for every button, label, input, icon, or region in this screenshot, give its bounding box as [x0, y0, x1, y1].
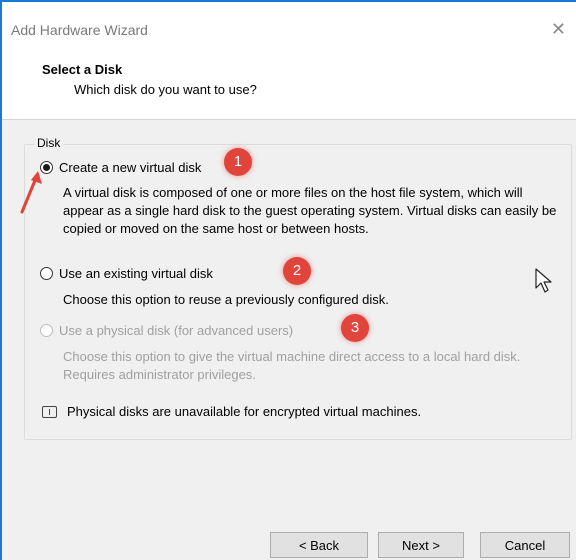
- annotation-badge-2: 2: [283, 257, 311, 285]
- encryption-note: Physical disks are unavailable for encry…: [42, 404, 421, 419]
- option-description-create-new: A virtual disk is composed of one or mor…: [63, 185, 557, 236]
- annotation-badge-1: 1: [224, 148, 252, 176]
- wizard-header: Select a Disk Which disk do you want to …: [2, 36, 576, 120]
- next-button[interactable]: Next >: [378, 532, 464, 558]
- radio-use-existing-icon[interactable]: [40, 267, 53, 280]
- annotation-arrow-icon: [20, 171, 42, 214]
- radio-use-physical-icon: [40, 324, 53, 337]
- annotation-badge-3: 3: [341, 314, 369, 342]
- mouse-pointer-icon: [535, 268, 552, 293]
- info-icon: [42, 405, 57, 418]
- page-subtitle: Which disk do you want to use?: [74, 82, 257, 97]
- page-title: Select a Disk: [42, 62, 123, 77]
- option-label-use-existing[interactable]: Use an existing virtual disk: [59, 266, 213, 281]
- option-create-new-virtual-disk[interactable]: Create a new virtual disk: [40, 160, 201, 175]
- encryption-note-text: Physical disks are unavailable for encry…: [67, 404, 422, 419]
- option-label-use-physical: Use a physical disk (for advanced users): [59, 323, 294, 338]
- disk-group-label: Disk: [34, 136, 64, 150]
- option-label-create-new[interactable]: Create a new virtual disk: [59, 160, 201, 175]
- option-use-existing-virtual-disk[interactable]: Use an existing virtual disk: [40, 266, 213, 281]
- option-use-physical-disk: Use a physical disk (for advanced users): [40, 323, 293, 338]
- cancel-button[interactable]: Cancel: [480, 532, 570, 558]
- back-button[interactable]: < Back: [270, 532, 368, 558]
- title-bar: Add Hardware Wizard ✕: [2, 2, 576, 39]
- option-description-use-existing: Choose this option to reuse a previously…: [63, 292, 389, 307]
- option-description-use-physical: Choose this option to give the virtual m…: [63, 349, 521, 382]
